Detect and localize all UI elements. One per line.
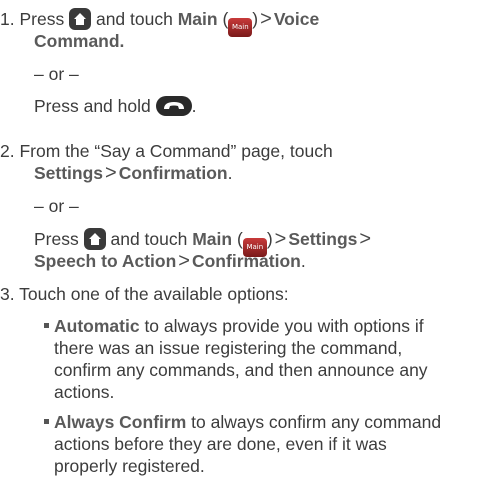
option-automatic-line-1: Automatic to always provide you with opt… <box>44 316 424 337</box>
option-always-confirm-line-1: Always Confirm to always confirm any com… <box>44 412 441 433</box>
step-3-intro-text: Touch one of the available options: <box>19 284 289 304</box>
bullet-icon <box>44 419 49 424</box>
step-1-press-hold-line: Press and hold . <box>34 96 197 116</box>
step-1-command-label: Command. <box>34 31 125 51</box>
step-2-speech-to-action-label: Speech to Action <box>34 251 177 271</box>
step-2-intro-text: From the “Say a Command” page, touch <box>19 141 333 161</box>
step-3-number: 3. <box>0 284 15 304</box>
step-1-and-touch-text: and touch <box>95 9 173 29</box>
step-2-main-label: Main <box>192 229 233 249</box>
option-always-confirm-text-1: to always confirm any command <box>191 412 442 432</box>
step-1-main-label: Main <box>177 9 218 29</box>
step-1-number: 1. <box>0 9 15 29</box>
option-automatic-text-2: there was an issue registering the comma… <box>54 338 403 358</box>
step-1-press-text: Press <box>19 9 65 29</box>
option-automatic-text-3: confirm any commands, and then announce … <box>54 360 428 380</box>
step-2-settings-label-2: Settings <box>288 229 358 249</box>
step-2-line-1: 2. From the “Say a Command” page, touch <box>0 141 333 162</box>
step-2-press-text: Press <box>34 229 79 249</box>
home-key-icon <box>69 8 92 30</box>
end-call-key-icon <box>155 96 192 116</box>
option-automatic-text-1: to always provide you with options if <box>144 316 424 336</box>
step-1-voice-label: Voice <box>273 9 320 29</box>
option-always-confirm-text-2: actions before they are done, even if it… <box>54 434 387 454</box>
step-2-and-touch-text: and touch <box>110 229 188 249</box>
bullet-icon <box>44 323 49 328</box>
option-automatic-label: Automatic <box>54 316 140 336</box>
main-app-icon: Main <box>228 18 253 37</box>
step-3-line-1: 3. Touch one of the available options: <box>0 284 289 305</box>
option-always-confirm-label: Always Confirm <box>54 412 187 432</box>
step-2-or-divider: – or – <box>34 196 79 216</box>
step-1-press-hold-text: Press and hold <box>34 96 151 116</box>
home-key-icon <box>83 228 106 250</box>
step-2-confirmation-label: Confirmation <box>118 163 228 183</box>
step-2-line-2: Settings > Confirmation. <box>34 162 233 184</box>
step-2-number: 2. <box>0 141 15 161</box>
step-2-settings-label: Settings <box>34 163 104 183</box>
option-automatic-text-4: actions. <box>54 382 115 402</box>
step-2-confirmation-label-2: Confirmation <box>191 251 301 271</box>
step-2-line-5: Speech to Action > Confirmation. <box>34 250 306 272</box>
option-always-confirm-text-3: properly registered. <box>54 456 205 476</box>
step-1-or-divider: – or – <box>34 64 79 84</box>
